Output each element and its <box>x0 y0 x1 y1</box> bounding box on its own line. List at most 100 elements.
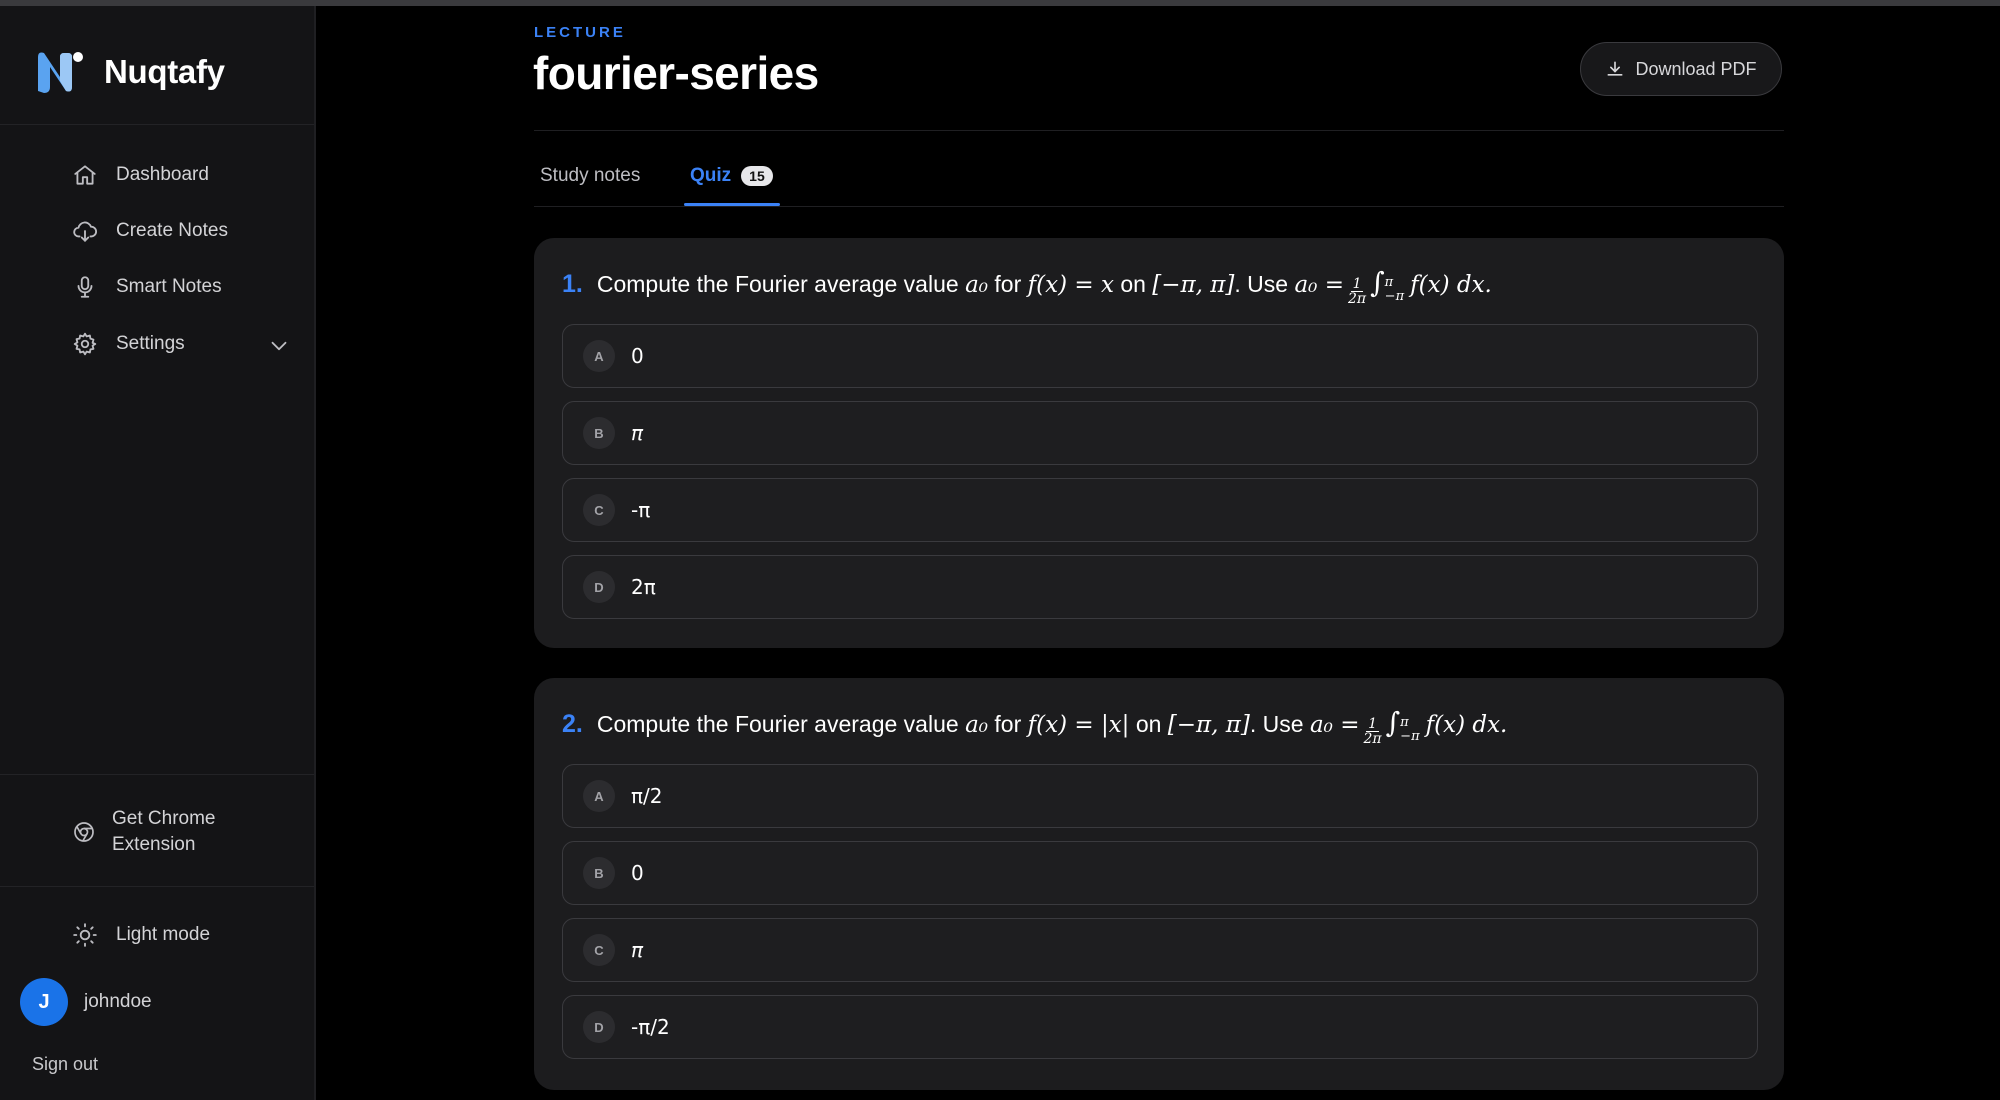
question-word: . Use <box>1234 271 1289 297</box>
light-mode-toggle[interactable]: Light mode <box>72 922 292 948</box>
tab-label: Study notes <box>540 165 641 186</box>
option-letter: C <box>583 934 615 966</box>
integral-lower: −π <box>1400 729 1420 744</box>
sun-icon <box>73 923 97 947</box>
brand-name: Nuqtafy <box>104 53 225 90</box>
question-text: 1. Compute the Fourier average value a₀ … <box>562 266 1492 310</box>
math-formula-lhs: a₀ = <box>1309 712 1360 738</box>
download-pdf-label: Download PDF <box>1635 58 1757 79</box>
chrome-icon <box>74 822 94 842</box>
math-fraction: 1 2π <box>1363 717 1381 746</box>
answer-option[interactable]: B π <box>562 401 1758 465</box>
page-eyebrow: LECTURE <box>534 24 626 41</box>
option-letter: C <box>583 494 615 526</box>
integral-upper: π <box>1384 275 1394 290</box>
math-integral: ∫ <box>1385 706 1401 739</box>
sidebar-divider <box>0 774 314 775</box>
option-text: -π/2 <box>631 1015 670 1039</box>
math-a0: a₀ <box>965 712 988 738</box>
microphone-icon <box>77 276 93 298</box>
sidebar-item-smart-notes[interactable]: Smart Notes <box>72 274 292 300</box>
sidebar-item-label: Dashboard <box>116 164 209 185</box>
page-title: fourier-series <box>533 47 819 99</box>
sidebar-divider <box>0 124 314 125</box>
header-divider <box>534 130 1784 131</box>
gear-icon <box>73 332 97 356</box>
nuqtafy-logo-icon <box>38 52 83 93</box>
quiz-count-badge: 15 <box>741 166 773 186</box>
tab-quiz[interactable]: Quiz 15 <box>690 165 773 187</box>
math-fraction: 1 2π <box>1348 277 1366 306</box>
sidebar-item-label: Settings <box>116 333 185 354</box>
answer-option[interactable]: D 2π <box>562 555 1758 619</box>
option-letter: D <box>583 1011 615 1043</box>
math-interval: [−π, π] <box>1152 272 1235 298</box>
question-number: 2. <box>562 710 583 738</box>
option-letter: B <box>583 857 615 889</box>
cloud-upload-icon <box>73 221 97 242</box>
sidebar-item-dashboard[interactable]: Dashboard <box>72 162 292 188</box>
option-text: 2π <box>631 575 656 599</box>
answer-option[interactable]: A 0 <box>562 324 1758 388</box>
integral-upper: π <box>1400 715 1409 730</box>
light-mode-label: Light mode <box>116 924 211 945</box>
chrome-extension-label: Get Chrome Extension <box>112 808 216 855</box>
math-function: f(x) = |x| <box>1027 712 1130 738</box>
question-word: . Use <box>1249 711 1304 737</box>
quiz-question-card: 1. Compute the Fourier average value a₀ … <box>534 238 1784 648</box>
tabs-divider <box>534 206 1784 207</box>
chrome-extension-link[interactable]: Get Chrome Extension <box>72 806 262 858</box>
sign-out-link[interactable]: Sign out <box>32 1054 98 1075</box>
fraction-denominator: 2π <box>1347 291 1367 307</box>
avatar: J <box>20 978 68 1026</box>
chevron-down-icon[interactable] <box>266 333 292 359</box>
fraction-numerator: 1 <box>1366 716 1379 732</box>
question-number: 1. <box>562 270 583 298</box>
integral-limits: π −π <box>1385 276 1404 304</box>
option-text: π <box>631 421 644 445</box>
option-letter: D <box>583 571 615 603</box>
option-text: π <box>631 938 644 962</box>
brand[interactable]: Nuqtafy <box>34 44 225 100</box>
question-word: for <box>994 271 1022 297</box>
username: johndoe <box>84 991 152 1012</box>
answer-option[interactable]: C π <box>562 918 1758 982</box>
sidebar-item-create-notes[interactable]: Create Notes <box>72 218 292 244</box>
option-letter: A <box>583 340 615 372</box>
option-letter: A <box>583 780 615 812</box>
home-icon <box>74 165 96 185</box>
sidebar-item-settings[interactable]: Settings <box>72 331 292 357</box>
math-integral: ∫ <box>1370 266 1385 299</box>
sidebar-item-label: Smart Notes <box>116 276 222 297</box>
question-prefix: Compute the Fourier average value <box>596 271 959 297</box>
option-text: π/2 <box>631 784 663 808</box>
answer-option[interactable]: A π/2 <box>562 764 1758 828</box>
fraction-denominator: 2π <box>1363 731 1382 747</box>
math-integrand: f(x) dx. <box>1410 272 1492 298</box>
sidebar-item-label: Create Notes <box>116 220 228 241</box>
question-prefix: Compute the Fourier average value <box>596 711 959 737</box>
option-letter: B <box>583 417 615 449</box>
answer-option[interactable]: D -π/2 <box>562 995 1758 1059</box>
math-formula-lhs: a₀ = <box>1294 272 1344 298</box>
math-a0: a₀ <box>965 272 988 298</box>
tab-study-notes[interactable]: Study notes <box>540 165 640 187</box>
question-word: on <box>1120 271 1146 297</box>
math-integrand: f(x) dx. <box>1425 712 1508 738</box>
download-pdf-button[interactable]: Download PDF <box>1580 42 1782 96</box>
math-function: f(x) = x <box>1027 272 1114 298</box>
tab-label: Quiz <box>690 165 732 186</box>
sidebar: Nuqtafy Dashboard Create Notes Smart Not… <box>0 6 316 1100</box>
user-profile[interactable]: J johndoe <box>20 978 152 1026</box>
download-icon <box>1607 61 1623 76</box>
question-word: on <box>1135 711 1162 737</box>
integral-lower: −π <box>1384 289 1405 304</box>
fraction-numerator: 1 <box>1350 276 1364 292</box>
answer-option[interactable]: C -π <box>562 478 1758 542</box>
question-text: 2. Compute the Fourier average value a₀ … <box>562 706 1507 750</box>
sidebar-divider <box>0 886 314 887</box>
option-text: 0 <box>631 344 644 368</box>
quiz-question-card: 2. Compute the Fourier average value a₀ … <box>534 678 1784 1090</box>
answer-option[interactable]: B 0 <box>562 841 1758 905</box>
option-text: 0 <box>631 861 644 885</box>
